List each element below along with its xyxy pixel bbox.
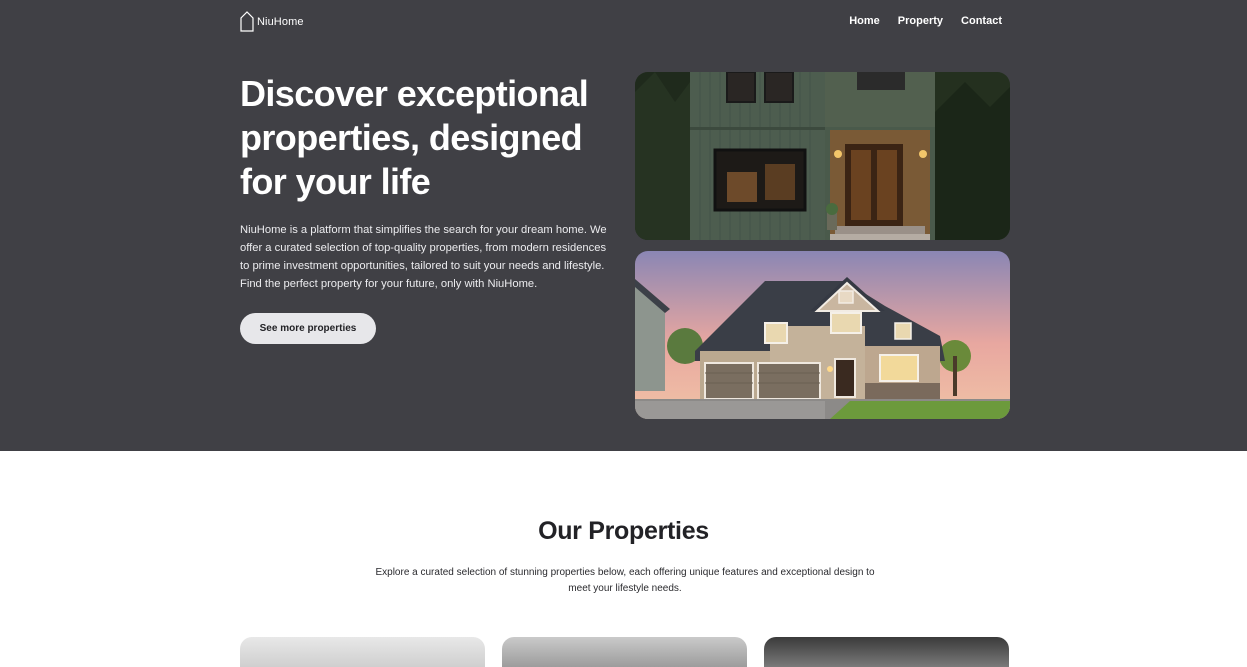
hero-title: Discover exceptional properties, designe… xyxy=(240,73,589,202)
nav-link-contact[interactable]: Contact xyxy=(961,15,1002,27)
hero-photo-suburban-house xyxy=(635,251,1010,419)
nav-link-home[interactable]: Home xyxy=(849,15,880,27)
logo-text: NiuHome xyxy=(257,16,304,28)
properties-section-description: Explore a curated selection of stunning … xyxy=(375,567,875,594)
hero-description: NiuHome is a platform that simplifies th… xyxy=(240,224,607,290)
property-card[interactable] xyxy=(764,637,1009,667)
hero-photo-house-front xyxy=(635,72,1010,240)
property-card[interactable] xyxy=(240,637,485,667)
hero-section: NiuHome Home Property Contact Discover e… xyxy=(0,0,1247,451)
properties-section-title: Our Properties xyxy=(538,517,709,545)
logo[interactable]: NiuHome xyxy=(240,10,304,32)
house-logo-icon xyxy=(240,11,254,32)
see-more-properties-button[interactable]: See more properties xyxy=(240,313,376,344)
top-nav: NiuHome Home Property Contact xyxy=(240,8,1010,34)
nav-links: Home Property Contact xyxy=(849,15,1002,27)
nav-link-property[interactable]: Property xyxy=(898,15,943,27)
property-card[interactable] xyxy=(502,637,747,667)
